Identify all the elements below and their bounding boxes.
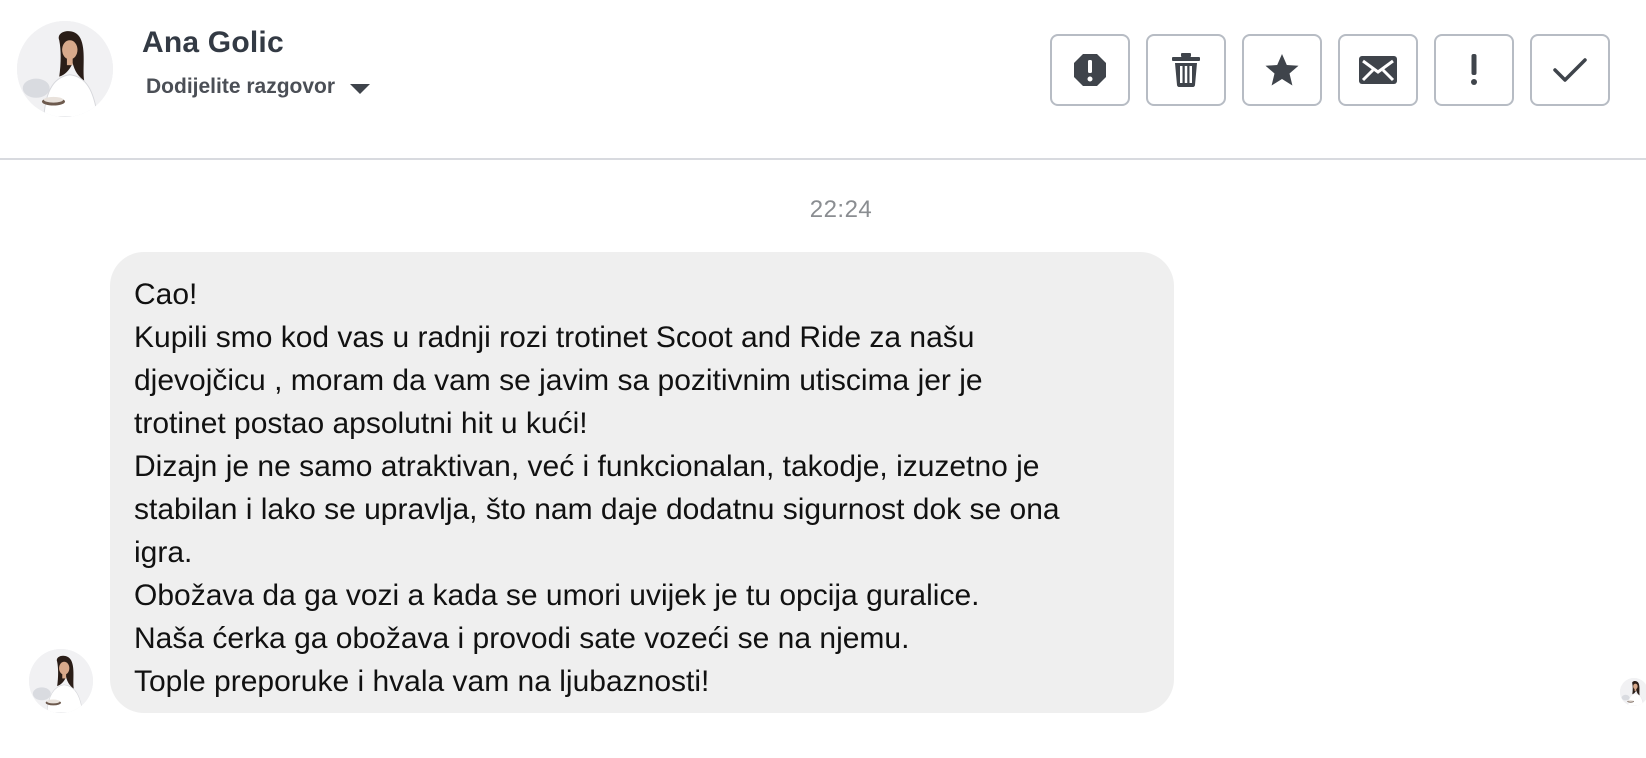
- sender-avatar[interactable]: [29, 649, 93, 713]
- message-line: Naša ćerka ga obožava i provodi sate voz…: [134, 622, 910, 655]
- message-bubble[interactable]: Cao! Kupili smo kod vas u radnji rozi tr…: [110, 252, 1174, 713]
- message-line: trotinet postao apsolutni hit u kući!: [134, 407, 588, 440]
- important-button[interactable]: [1434, 34, 1514, 106]
- message-line: Dizajn je ne samo atraktivan, već i funk…: [134, 450, 1040, 483]
- message-line: Cao!: [134, 278, 198, 311]
- message-line: Obožava da ga vozi a kada se umori uvije…: [134, 579, 980, 612]
- message-timestamp: 22:24: [809, 196, 873, 223]
- exclamation-icon: [1471, 54, 1477, 85]
- conversation-header: Ana Golic Dodijelite razgovor: [0, 0, 1646, 160]
- conversation-actions: [1050, 34, 1610, 106]
- message-line: igra.: [134, 536, 193, 569]
- octagon-exclamation-icon: [1074, 54, 1106, 86]
- envelope-icon: [1359, 56, 1397, 84]
- done-button[interactable]: [1530, 34, 1610, 106]
- star-button[interactable]: [1242, 34, 1322, 106]
- message-line: djevojčicu , moram da vam se javim sa po…: [134, 364, 983, 397]
- delete-button[interactable]: [1146, 34, 1226, 106]
- message-line: Kupili smo kod vas u radnji rozi trotine…: [134, 321, 975, 354]
- spam-button[interactable]: [1050, 34, 1130, 106]
- trash-icon: [1172, 53, 1200, 87]
- message-line: stabilan i lako se upravlja, što nam daj…: [134, 493, 1060, 526]
- contact-avatar[interactable]: [17, 21, 113, 117]
- assign-conversation-label: Dodijelite razgovor: [146, 75, 336, 98]
- seen-receipt-avatar: [1620, 678, 1646, 706]
- caret-down-icon: [350, 84, 371, 94]
- mark-unread-button[interactable]: [1338, 34, 1418, 106]
- star-icon: [1265, 54, 1299, 86]
- checkmark-icon: [1553, 58, 1587, 82]
- message-line: Tople preporuke i hvala vam na ljubaznos…: [134, 665, 710, 698]
- assign-conversation-dropdown[interactable]: Dodijelite razgovor: [146, 72, 371, 102]
- contact-name[interactable]: Ana Golic: [142, 26, 284, 60]
